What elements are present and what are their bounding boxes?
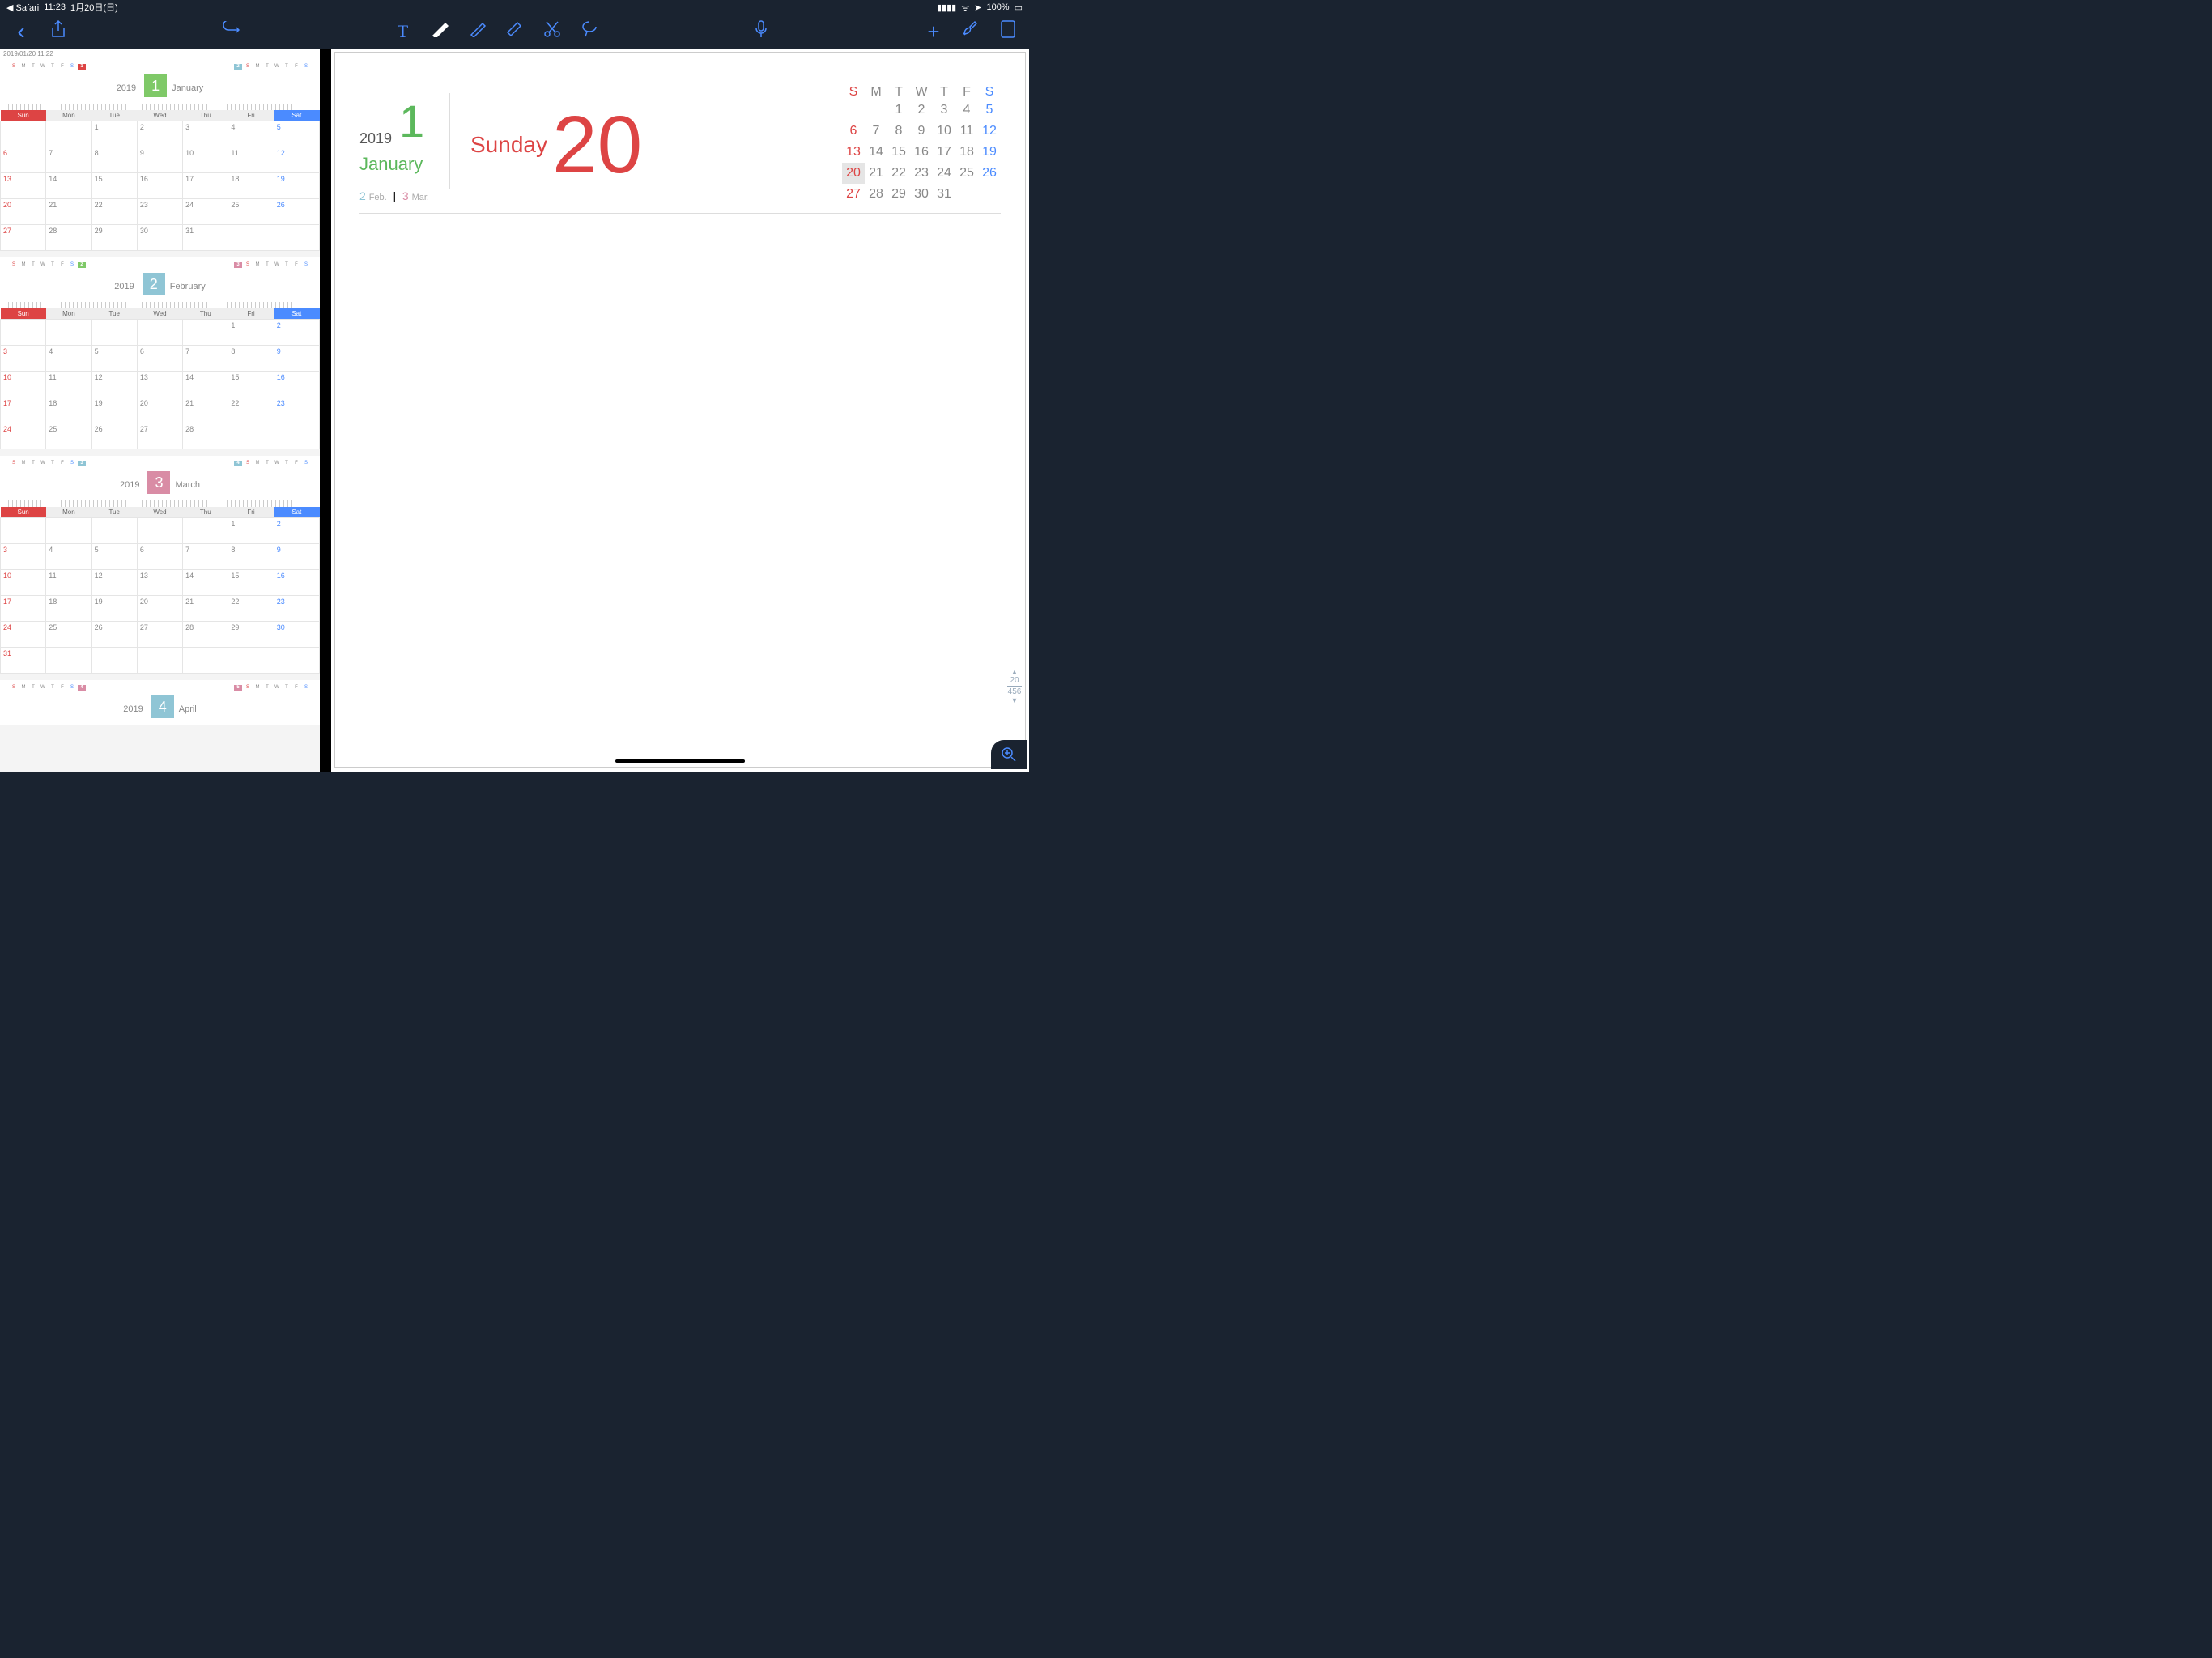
next-month-2-label: Feb. [369,193,387,202]
month-thumb-4[interactable]: SMTWTFS45SMTWTFS20194April [0,680,320,725]
day-page[interactable]: 2019 1 January 2 Feb. | 3 Mar. Sunday 20… [334,52,1026,768]
add-button[interactable]: + [924,19,943,45]
header-dow: Sunday [470,132,547,158]
home-indicator[interactable] [615,759,745,763]
page-up-icon[interactable]: ▲ [1007,668,1022,676]
highlighter-tool[interactable] [468,21,487,42]
header-month-num: 1 [399,96,424,147]
status-bar: ◀ Safari 11:23 1月20日(日) ▮▮▮▮ ᯤ ➤ 100% ▭ [0,0,1029,15]
lasso-tool[interactable] [580,20,599,43]
mini-calendar[interactable]: SMTWTFS123456789101112131415161718192021… [842,77,1001,205]
cut-tool[interactable] [542,20,562,43]
next-month-2-num[interactable]: 2 [359,189,366,202]
zoom-button[interactable] [991,740,1027,769]
sidebar[interactable]: 2019/01/20 11:22 SMTWTFS12SMTWTFS20191Ja… [0,49,320,772]
month-thumb-2[interactable]: SMTWTFS23SMTWTFS20192FebruarySunMonTueWe… [0,257,320,449]
wifi-icon: ᯤ [961,2,969,14]
header-month-name: January [359,154,429,175]
sidebar-timestamp: 2019/01/20 11:22 [0,49,320,59]
next-month-3-label: Mar. [412,193,429,202]
text-tool[interactable]: T [393,21,413,42]
settings-button[interactable] [961,20,981,43]
pages-button[interactable] [998,20,1018,43]
mic-button[interactable] [751,20,771,43]
divider-scrollbar[interactable] [320,49,331,772]
battery-pct: 100% [986,2,1009,12]
back-button[interactable]: ‹ [11,19,31,45]
month-thumb-1[interactable]: SMTWTFS12SMTWTFS20191JanuarySunMonTueWed… [0,59,320,251]
undo-button[interactable] [221,21,240,42]
next-month-3-num[interactable]: 3 [402,189,409,202]
status-date: 1月20日(日) [70,1,118,14]
signal-icon: ▮▮▮▮ [937,2,956,13]
share-button[interactable] [49,20,68,43]
toolbar: ‹ T + [0,15,1029,49]
header-day: 20 [552,104,642,185]
location-icon: ➤ [974,2,981,13]
back-to-app[interactable]: ◀ Safari [6,2,39,13]
month-thumb-3[interactable]: SMTWTFS34SMTWTFS20193MarchSunMonTueWedTh… [0,456,320,674]
battery-icon: ▭ [1015,2,1023,13]
page-nav[interactable]: ▲ 20 456 ▼ [1007,668,1022,704]
page-current: 20 [1007,676,1022,685]
main-pane: 2019 1 January 2 Feb. | 3 Mar. Sunday 20… [331,49,1029,772]
pen-tool[interactable] [431,21,450,42]
header-year: 2019 [359,130,392,147]
page-down-icon[interactable]: ▼ [1007,696,1022,704]
eraser-tool[interactable] [505,21,525,42]
page-total: 456 [1007,687,1022,696]
status-time: 11:23 [44,2,66,12]
